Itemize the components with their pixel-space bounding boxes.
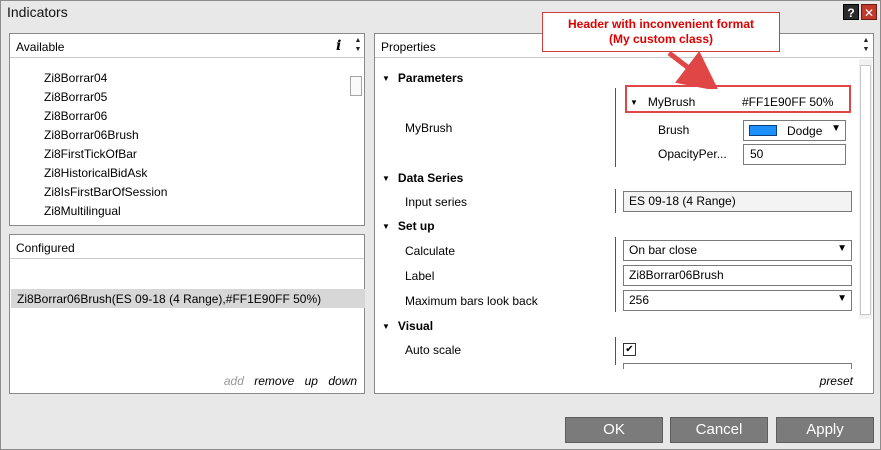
column-separator	[615, 189, 616, 213]
chevron-down-icon: ▼	[831, 123, 841, 134]
column-separator	[615, 237, 616, 312]
configured-title: Configured	[16, 241, 75, 255]
maxbars-label: Maximum bars look back	[405, 294, 538, 308]
label-label: Label	[405, 269, 435, 283]
available-list: Zi8Borrar04 Zi8Borrar05 Zi8Borrar06 Zi8B…	[44, 69, 167, 221]
available-title: Available	[16, 40, 65, 54]
up-link[interactable]: up	[305, 374, 318, 388]
input-series-label: Input series	[405, 195, 468, 209]
list-item[interactable]: Zi8IsFirstBarOfSession	[44, 183, 167, 202]
category-title: Set up	[397, 219, 435, 233]
input-series-field[interactable]: ES 09-18 (4 Range)	[623, 191, 852, 212]
autoscale-checkbox[interactable]: ✔	[623, 343, 636, 356]
cancel-button[interactable]: Cancel	[670, 417, 768, 443]
properties-scroll-arrows[interactable]: ▲ ▼	[860, 36, 872, 56]
remove-link[interactable]: remove	[254, 374, 294, 388]
annotation-arrow-icon	[667, 50, 719, 89]
collapse-triangle-icon: ▼	[382, 222, 390, 231]
category-parameters[interactable]: ▼ Parameters	[382, 71, 463, 85]
category-title: Visual	[397, 319, 434, 333]
column-separator	[615, 337, 616, 365]
chevron-down-icon: ▼	[837, 243, 847, 254]
category-setup[interactable]: ▼ Set up	[382, 219, 435, 233]
collapse-triangle-icon: ▼	[382, 322, 390, 331]
list-item[interactable]: Zi8Borrar04	[44, 69, 167, 88]
indicators-window: Indicators ? ✕ Available i ▲ ▼ Zi8Borrar0…	[0, 0, 881, 450]
window-title: Indicators	[7, 4, 68, 20]
configured-actions: add remove up down	[217, 374, 357, 388]
preset-link[interactable]: preset	[820, 374, 853, 388]
next-field-partial[interactable]	[623, 363, 852, 369]
annotation-line-2: (My custom class)	[608, 32, 714, 46]
category-data-series[interactable]: ▼ Data Series	[382, 171, 463, 185]
maxbars-select[interactable]: 256 ▼	[623, 290, 852, 311]
brush-value: Dodge	[787, 124, 823, 138]
apply-button[interactable]: Apply	[776, 417, 874, 443]
category-title: Data Series	[397, 171, 464, 185]
chevron-down-icon: ▼	[837, 293, 847, 304]
category-title: Parameters	[397, 71, 464, 85]
list-item[interactable]: Zi8Borrar06Brush	[44, 126, 167, 145]
collapse-triangle-icon: ▼	[382, 174, 390, 183]
color-swatch	[749, 125, 777, 136]
down-link[interactable]: down	[328, 374, 357, 388]
available-scroll-arrows[interactable]: ▲ ▼	[352, 36, 364, 56]
configured-item[interactable]: Zi8Borrar06Brush(ES 09-18 (4 Range),#FF1…	[11, 289, 365, 308]
annotation-callout: Header with inconvenient format (My cust…	[542, 12, 780, 52]
list-item[interactable]: Zi8Borrar05	[44, 88, 167, 107]
list-item[interactable]: Zi8Multilingual	[44, 202, 167, 221]
properties-scrollbar-thumb[interactable]	[860, 65, 871, 315]
configured-panel: Configured Zi8Borrar06Brush(ES 09-18 (4 …	[9, 234, 365, 394]
checkmark-icon: ✔	[625, 344, 634, 355]
available-header: Available	[10, 34, 364, 58]
opacity-label: OpacityPer...	[658, 147, 727, 161]
info-icon[interactable]: i	[336, 38, 341, 54]
brush-select[interactable]: Dodge ▼	[743, 120, 846, 141]
close-button[interactable]: ✕	[861, 4, 877, 20]
add-link[interactable]: add	[224, 374, 244, 388]
opacity-input[interactable]: 50	[743, 144, 846, 165]
list-item[interactable]: Zi8FirstTickOfBar	[44, 145, 167, 164]
calculate-label: Calculate	[405, 244, 456, 258]
calculate-select[interactable]: On bar close ▼	[623, 240, 852, 261]
category-visual[interactable]: ▼ Visual	[382, 319, 433, 333]
brush-label: Brush	[658, 123, 690, 137]
help-button[interactable]: ?	[843, 4, 859, 20]
properties-title: Properties	[381, 40, 436, 54]
collapse-triangle-icon: ▼	[382, 74, 390, 83]
list-item[interactable]: Zi8Borrar06	[44, 107, 167, 126]
column-separator	[615, 88, 616, 167]
annotation-line-1: Header with inconvenient format	[567, 17, 755, 31]
configured-header: Configured	[10, 235, 364, 259]
available-scrollbar-thumb[interactable]	[350, 76, 362, 96]
annotation-highlight-box	[625, 85, 851, 113]
mybrush-label: MyBrush	[405, 121, 453, 135]
available-panel: Available i ▲ ▼ Zi8Borrar04 Zi8Borrar05 Z…	[9, 33, 365, 226]
ok-button[interactable]: OK	[565, 417, 663, 443]
maxbars-value: 256	[629, 293, 650, 307]
list-item[interactable]: Zi8HistoricalBidAsk	[44, 164, 167, 183]
label-input[interactable]: Zi8Borrar06Brush	[623, 265, 852, 286]
calculate-value: On bar close	[629, 243, 698, 257]
autoscale-label: Auto scale	[405, 343, 462, 357]
